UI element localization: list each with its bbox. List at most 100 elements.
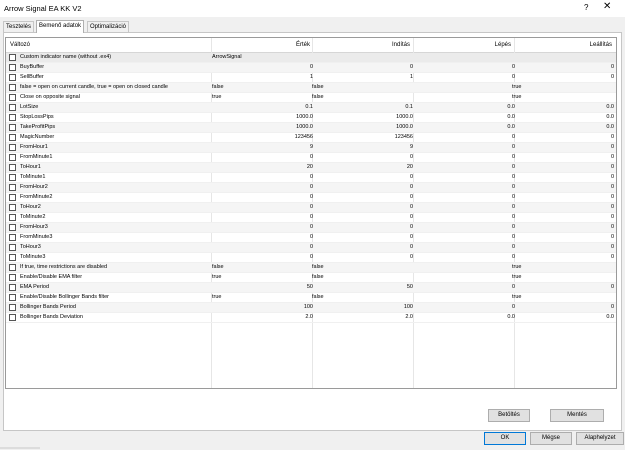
table-row[interactable]: LotSize 0.1 0.1 0.0 0.0 <box>6 103 616 113</box>
cell-stop[interactable]: 0 <box>611 284 614 291</box>
cell-step[interactable]: 0.0 <box>507 104 515 111</box>
load-button[interactable]: Betöltés <box>488 409 530 422</box>
cell-start[interactable]: 0 <box>410 194 413 201</box>
optimize-checkbox[interactable] <box>9 144 16 151</box>
cell-stop[interactable]: 0 <box>611 64 614 71</box>
cell-start[interactable]: 1 <box>410 74 413 81</box>
header-start[interactable]: Indítás <box>392 42 410 48</box>
cell-value[interactable]: false <box>212 264 224 271</box>
header-stop[interactable]: Leállítás <box>590 42 612 48</box>
cell-stop[interactable]: 0 <box>611 254 614 261</box>
cell-value[interactable]: 0 <box>310 64 313 71</box>
cell-start[interactable]: 0 <box>410 154 413 161</box>
cell-start[interactable]: 100 <box>404 304 413 311</box>
cell-stop[interactable]: 0.0 <box>606 104 614 111</box>
table-row[interactable]: Enable/Disable EMA filter true false true <box>6 273 616 283</box>
optimize-checkbox[interactable] <box>9 314 16 321</box>
cell-stop[interactable]: 0 <box>611 184 614 191</box>
header-value[interactable]: Érték <box>296 42 310 48</box>
cell-value[interactable]: 100 <box>304 304 313 311</box>
table-row[interactable]: Custom indicator name (without .ex4) Arro… <box>6 53 616 63</box>
optimize-checkbox[interactable] <box>9 114 16 121</box>
cell-value[interactable]: 1000.0 <box>296 114 313 121</box>
cell-step[interactable]: 0 <box>512 184 515 191</box>
table-row[interactable]: FromMinute2 0 0 0 0 <box>6 193 616 203</box>
table-row[interactable]: ToMinute2 0 0 0 0 <box>6 213 616 223</box>
table-row[interactable]: SellBuffer 1 1 0 0 <box>6 73 616 83</box>
cell-step[interactable]: 0 <box>512 214 515 221</box>
cell-value[interactable]: true <box>212 94 221 101</box>
cell-start[interactable]: false <box>312 294 324 301</box>
cell-step[interactable]: 0 <box>512 134 515 141</box>
cell-value[interactable]: 1000.0 <box>296 124 313 131</box>
cell-start[interactable]: false <box>312 264 324 271</box>
optimize-checkbox[interactable] <box>9 104 16 111</box>
cell-start[interactable]: 0 <box>410 64 413 71</box>
cell-step[interactable]: 0 <box>512 64 515 71</box>
cell-step[interactable]: 0 <box>512 224 515 231</box>
cell-start[interactable]: 20 <box>407 164 413 171</box>
save-button[interactable]: Mentés <box>550 409 604 422</box>
optimize-checkbox[interactable] <box>9 214 16 221</box>
cell-step[interactable]: 0 <box>512 244 515 251</box>
cell-start[interactable]: 1000.0 <box>396 124 413 131</box>
optimize-checkbox[interactable] <box>9 74 16 81</box>
cell-value[interactable]: 0 <box>310 174 313 181</box>
cell-step[interactable]: 0 <box>512 74 515 81</box>
table-row[interactable]: Bollinger Bands Deviation 2.0 2.0 0.0 0.0 <box>6 313 616 323</box>
cell-value[interactable]: 1 <box>310 74 313 81</box>
cell-start[interactable]: 0 <box>410 234 413 241</box>
cell-value[interactable]: 2.0 <box>305 314 313 321</box>
cell-start[interactable]: 0 <box>410 224 413 231</box>
table-row[interactable]: ToMinute3 0 0 0 0 <box>6 253 616 263</box>
cell-value[interactable]: 9 <box>310 144 313 151</box>
cell-stop[interactable]: 0 <box>611 214 614 221</box>
cell-start[interactable]: 50 <box>407 284 413 291</box>
cell-value[interactable]: true <box>212 294 221 301</box>
cell-step[interactable]: true <box>512 264 521 271</box>
optimize-checkbox[interactable] <box>9 174 16 181</box>
cell-value[interactable]: true <box>212 274 221 281</box>
cancel-button[interactable]: Mégse <box>530 432 572 445</box>
optimize-checkbox[interactable] <box>9 284 16 291</box>
table-row[interactable]: BuyBuffer 0 0 0 0 <box>6 63 616 73</box>
optimize-checkbox[interactable] <box>9 274 16 281</box>
close-icon[interactable]: ✕ <box>603 1 611 12</box>
optimize-checkbox[interactable] <box>9 134 16 141</box>
optimize-checkbox[interactable] <box>9 224 16 231</box>
optimize-checkbox[interactable] <box>9 64 16 71</box>
table-row[interactable]: Bollinger Bands Period 100 100 0 0 <box>6 303 616 313</box>
cell-step[interactable]: 0.0 <box>507 114 515 121</box>
optimize-checkbox[interactable] <box>9 84 16 91</box>
cell-step[interactable]: 0 <box>512 304 515 311</box>
table-row[interactable]: Close on opposite signal true false true <box>6 93 616 103</box>
cell-step[interactable]: true <box>512 84 521 91</box>
cell-start[interactable]: 1000.0 <box>396 114 413 121</box>
cell-value[interactable]: 0 <box>310 194 313 201</box>
cell-stop[interactable]: 0 <box>611 204 614 211</box>
table-row[interactable]: FromHour3 0 0 0 0 <box>6 223 616 233</box>
optimize-checkbox[interactable] <box>9 264 16 271</box>
cell-stop[interactable]: 0 <box>611 194 614 201</box>
cell-start[interactable]: 0 <box>410 214 413 221</box>
cell-start[interactable]: 9 <box>410 144 413 151</box>
optimize-checkbox[interactable] <box>9 164 16 171</box>
table-row[interactable]: FromMinute1 0 0 0 0 <box>6 153 616 163</box>
tab-optimization[interactable]: Optimalizáció <box>87 21 130 32</box>
cell-value[interactable]: 0.1 <box>305 104 313 111</box>
ok-button[interactable]: OK <box>484 432 526 445</box>
cell-stop[interactable]: 0.0 <box>606 124 614 131</box>
table-row[interactable]: false = open on current candle, true = o… <box>6 83 616 93</box>
cell-step[interactable]: true <box>512 94 521 101</box>
optimize-checkbox[interactable] <box>9 154 16 161</box>
cell-stop[interactable]: 0.0 <box>606 314 614 321</box>
cell-stop[interactable]: 0 <box>611 144 614 151</box>
table-row[interactable]: ToHour2 0 0 0 0 <box>6 203 616 213</box>
cell-start[interactable]: false <box>312 94 324 101</box>
cell-step[interactable]: true <box>512 274 521 281</box>
optimize-checkbox[interactable] <box>9 304 16 311</box>
table-row[interactable]: ToHour3 0 0 0 0 <box>6 243 616 253</box>
table-row[interactable]: If true, time restrictions are disabled f… <box>6 263 616 273</box>
optimize-checkbox[interactable] <box>9 204 16 211</box>
cell-start[interactable]: false <box>312 274 324 281</box>
